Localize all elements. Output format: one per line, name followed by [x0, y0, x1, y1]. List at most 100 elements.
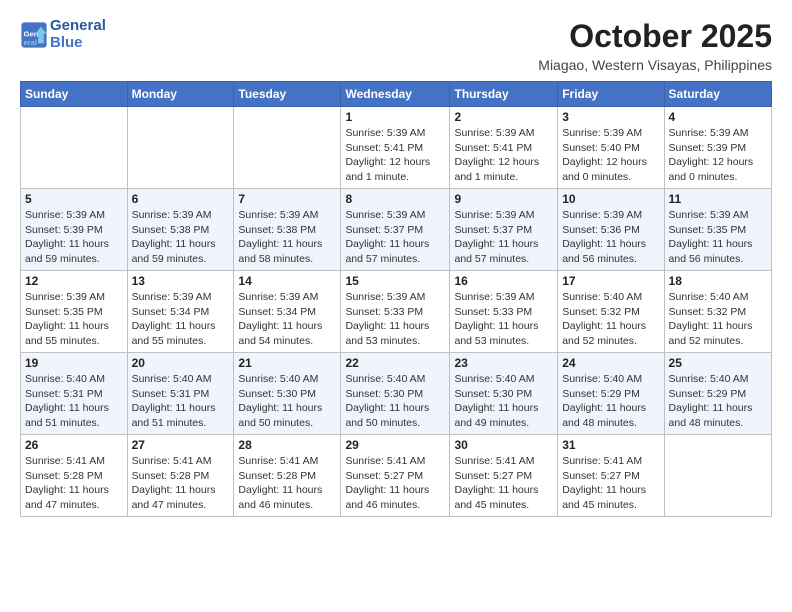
calendar-week-5: 26 Sunrise: 5:41 AMSunset: 5:28 PMDayligh…	[21, 435, 772, 517]
calendar-cell: 8 Sunrise: 5:39 AMSunset: 5:37 PMDaylight…	[341, 189, 450, 271]
day-detail: Sunrise: 5:39 AMSunset: 5:35 PMDaylight:…	[669, 208, 767, 267]
day-number: 7	[238, 192, 336, 206]
calendar-cell	[234, 107, 341, 189]
calendar-cell: 21Sunrise: 5:40 AMSunset: 5:30 PMDayligh…	[234, 353, 341, 435]
day-number: 8	[345, 192, 445, 206]
day-detail: Sunrise: 5:39 AMSunset: 5:38 PMDaylight:…	[238, 208, 336, 267]
calendar-cell: 14 Sunrise: 5:39 AMSunset: 5:34 PMDayligh…	[234, 271, 341, 353]
day-detail: Sunrise: 5:39 AMSunset: 5:34 PMDaylight:…	[238, 290, 336, 349]
calendar-cell: 7 Sunrise: 5:39 AMSunset: 5:38 PMDaylight…	[234, 189, 341, 271]
day-detail: Sunrise: 5:40 AMSunset: 5:31 PMDaylight:…	[132, 372, 230, 431]
day-number: 18	[669, 274, 767, 288]
page-container: Gen eral General Blue October 2025 Miaga…	[0, 0, 792, 527]
day-detail: Sunrise: 5:40 AMSunset: 5:32 PMDaylight:…	[562, 290, 659, 349]
calendar-header-monday: Monday	[127, 82, 234, 107]
day-number: 15	[345, 274, 445, 288]
calendar-cell: 16 Sunrise: 5:39 AMSunset: 5:33 PMDayligh…	[450, 271, 558, 353]
day-number: 27	[132, 438, 230, 452]
calendar-cell	[21, 107, 128, 189]
calendar-cell: 28Sunrise: 5:41 AMSunset: 5:28 PMDayligh…	[234, 435, 341, 517]
calendar-header-thursday: Thursday	[450, 82, 558, 107]
calendar-cell: 27 Sunrise: 5:41 AMSunset: 5:28 PMDayligh…	[127, 435, 234, 517]
calendar-cell: 17 Sunrise: 5:40 AMSunset: 5:32 PMDayligh…	[558, 271, 664, 353]
month-title: October 2025	[538, 18, 772, 55]
day-number: 20	[132, 356, 230, 370]
day-number: 14	[238, 274, 336, 288]
calendar-cell: 22 Sunrise: 5:40 AMSunset: 5:30 PMDayligh…	[341, 353, 450, 435]
day-detail: Sunrise: 5:39 AMSunset: 5:39 PMDaylight:…	[669, 126, 767, 185]
day-number: 16	[454, 274, 553, 288]
day-detail: Sunrise: 5:40 AMSunset: 5:30 PMDaylight:…	[345, 372, 445, 431]
calendar-cell: 3 Sunrise: 5:39 AMSunset: 5:40 PMDaylight…	[558, 107, 664, 189]
calendar-cell: 6 Sunrise: 5:39 AMSunset: 5:38 PMDaylight…	[127, 189, 234, 271]
day-number: 6	[132, 192, 230, 206]
day-detail: Sunrise: 5:39 AMSunset: 5:40 PMDaylight:…	[562, 126, 659, 185]
calendar-header-saturday: Saturday	[664, 82, 771, 107]
logo-icon: Gen eral	[20, 21, 48, 49]
day-detail: Sunrise: 5:41 AMSunset: 5:27 PMDaylight:…	[454, 454, 553, 513]
day-detail: Sunrise: 5:39 AMSunset: 5:41 PMDaylight:…	[345, 126, 445, 185]
calendar-cell	[664, 435, 771, 517]
title-block: October 2025 Miagao, Western Visayas, Ph…	[538, 18, 772, 73]
calendar-week-2: 5 Sunrise: 5:39 AMSunset: 5:39 PMDaylight…	[21, 189, 772, 271]
svg-text:Gen: Gen	[24, 29, 39, 38]
day-number: 12	[25, 274, 123, 288]
calendar-header-wednesday: Wednesday	[341, 82, 450, 107]
day-number: 22	[345, 356, 445, 370]
day-number: 13	[132, 274, 230, 288]
calendar-cell: 31Sunrise: 5:41 AMSunset: 5:27 PMDayligh…	[558, 435, 664, 517]
day-detail: Sunrise: 5:39 AMSunset: 5:37 PMDaylight:…	[454, 208, 553, 267]
calendar-cell: 9Sunrise: 5:39 AMSunset: 5:37 PMDaylight…	[450, 189, 558, 271]
day-number: 2	[454, 110, 553, 124]
logo: Gen eral General Blue	[20, 18, 106, 51]
calendar-table: SundayMondayTuesdayWednesdayThursdayFrid…	[20, 81, 772, 517]
day-number: 24	[562, 356, 659, 370]
day-detail: Sunrise: 5:39 AMSunset: 5:36 PMDaylight:…	[562, 208, 659, 267]
day-number: 21	[238, 356, 336, 370]
day-detail: Sunrise: 5:39 AMSunset: 5:39 PMDaylight:…	[25, 208, 123, 267]
calendar-cell: 11 Sunrise: 5:39 AMSunset: 5:35 PMDayligh…	[664, 189, 771, 271]
day-number: 4	[669, 110, 767, 124]
day-number: 31	[562, 438, 659, 452]
day-detail: Sunrise: 5:39 AMSunset: 5:33 PMDaylight:…	[345, 290, 445, 349]
day-number: 1	[345, 110, 445, 124]
calendar-week-1: 1 Sunrise: 5:39 AMSunset: 5:41 PMDaylight…	[21, 107, 772, 189]
calendar-cell: 4 Sunrise: 5:39 AMSunset: 5:39 PMDaylight…	[664, 107, 771, 189]
day-detail: Sunrise: 5:39 AMSunset: 5:34 PMDaylight:…	[132, 290, 230, 349]
calendar-cell: 26Sunrise: 5:41 AMSunset: 5:28 PMDayligh…	[21, 435, 128, 517]
calendar-cell: 23Sunrise: 5:40 AMSunset: 5:30 PMDayligh…	[450, 353, 558, 435]
calendar-cell: 12 Sunrise: 5:39 AMSunset: 5:35 PMDayligh…	[21, 271, 128, 353]
calendar-week-3: 12 Sunrise: 5:39 AMSunset: 5:35 PMDayligh…	[21, 271, 772, 353]
calendar-cell: 20 Sunrise: 5:40 AMSunset: 5:31 PMDayligh…	[127, 353, 234, 435]
day-detail: Sunrise: 5:39 AMSunset: 5:33 PMDaylight:…	[454, 290, 553, 349]
day-detail: Sunrise: 5:39 AMSunset: 5:35 PMDaylight:…	[25, 290, 123, 349]
calendar-header-friday: Friday	[558, 82, 664, 107]
calendar-cell	[127, 107, 234, 189]
day-number: 17	[562, 274, 659, 288]
day-number: 30	[454, 438, 553, 452]
day-number: 26	[25, 438, 123, 452]
calendar-cell: 13 Sunrise: 5:39 AMSunset: 5:34 PMDayligh…	[127, 271, 234, 353]
day-detail: Sunrise: 5:40 AMSunset: 5:29 PMDaylight:…	[669, 372, 767, 431]
calendar-cell: 29Sunrise: 5:41 AMSunset: 5:27 PMDayligh…	[341, 435, 450, 517]
day-detail: Sunrise: 5:39 AMSunset: 5:38 PMDaylight:…	[132, 208, 230, 267]
day-number: 23	[454, 356, 553, 370]
day-number: 25	[669, 356, 767, 370]
day-number: 10	[562, 192, 659, 206]
day-number: 19	[25, 356, 123, 370]
day-number: 3	[562, 110, 659, 124]
svg-text:eral: eral	[24, 37, 38, 46]
day-detail: Sunrise: 5:39 AMSunset: 5:41 PMDaylight:…	[454, 126, 553, 185]
day-number: 11	[669, 192, 767, 206]
calendar-cell: 25 Sunrise: 5:40 AMSunset: 5:29 PMDayligh…	[664, 353, 771, 435]
calendar-header-sunday: Sunday	[21, 82, 128, 107]
calendar-cell: 30 Sunrise: 5:41 AMSunset: 5:27 PMDayligh…	[450, 435, 558, 517]
calendar-cell: 2 Sunrise: 5:39 AMSunset: 5:41 PMDaylight…	[450, 107, 558, 189]
day-detail: Sunrise: 5:41 AMSunset: 5:28 PMDaylight:…	[132, 454, 230, 513]
day-detail: Sunrise: 5:40 AMSunset: 5:32 PMDaylight:…	[669, 290, 767, 349]
location-title: Miagao, Western Visayas, Philippines	[538, 57, 772, 73]
day-number: 28	[238, 438, 336, 452]
day-detail: Sunrise: 5:39 AMSunset: 5:37 PMDaylight:…	[345, 208, 445, 267]
day-number: 5	[25, 192, 123, 206]
calendar-header-row: SundayMondayTuesdayWednesdayThursdayFrid…	[21, 82, 772, 107]
